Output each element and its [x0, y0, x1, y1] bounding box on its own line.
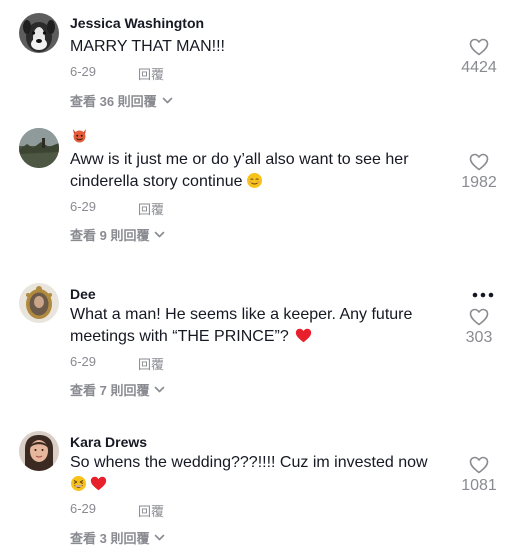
view-replies-button[interactable]: 查看 3 則回覆	[70, 528, 165, 547]
comment-date: 6-29	[70, 199, 97, 214]
like-count: 1081	[461, 477, 497, 494]
avatar[interactable]	[19, 283, 59, 323]
like-button[interactable]: 303	[453, 308, 505, 347]
username[interactable]: Dee	[70, 286, 96, 302]
reply-button[interactable]: 回覆	[138, 501, 164, 520]
view-replies-button[interactable]: 查看 9 則回覆	[70, 225, 165, 244]
reply-button[interactable]: 回覆	[138, 64, 164, 83]
comment-text: So whens the wedding???!!!! Cuz im inves…	[70, 452, 450, 495]
more-options-icon[interactable]	[471, 292, 495, 298]
red-heart-emoji-icon	[295, 327, 312, 344]
like-count: 1982	[461, 174, 497, 191]
grinning-squinting-face-emoji-icon	[70, 475, 87, 492]
reply-button[interactable]: 回覆	[138, 354, 164, 373]
comment-text-line: cinderella story continue	[70, 172, 243, 190]
chevron-down-icon	[155, 231, 165, 238]
relieved-face-emoji-icon	[246, 172, 263, 189]
comment-meta: 6-29 回覆	[70, 501, 164, 519]
heart-outline-icon	[469, 308, 489, 326]
devil-face-emoji-icon	[73, 129, 86, 143]
comment-text-line: MARRY THAT MAN!!!	[70, 38, 225, 55]
like-count: 303	[465, 329, 493, 346]
username[interactable]: Kara Drews	[70, 434, 147, 450]
comment-text-line: meetings with “THE PRINCE”?	[70, 327, 289, 345]
comment-date: 6-29	[70, 64, 97, 79]
comment-text-line: Aww is it just me or do y’all also want …	[70, 151, 409, 168]
reply-button[interactable]: 回覆	[138, 199, 164, 218]
username[interactable]: Jessica Washington	[70, 15, 204, 31]
comment-meta: 6-29 回覆	[70, 64, 164, 82]
comment-text: Aww is it just me or do y’all also want …	[70, 149, 450, 192]
avatar[interactable]	[19, 431, 59, 471]
comment-text: MARRY THAT MAN!!!	[70, 36, 450, 58]
view-replies-label: 查看 3 則回覆	[70, 531, 150, 546]
avatar[interactable]	[19, 13, 59, 53]
heart-outline-icon	[469, 153, 489, 171]
comment-meta: 6-29 回覆	[70, 354, 164, 372]
view-replies-label: 查看 7 則回覆	[70, 383, 150, 398]
chevron-down-icon	[155, 386, 165, 393]
heart-outline-icon	[469, 38, 489, 56]
view-replies-button[interactable]: 查看 36 則回覆	[70, 91, 173, 110]
like-count: 4424	[461, 59, 497, 76]
chevron-down-icon	[162, 97, 172, 104]
dog-avatar-icon	[19, 13, 59, 53]
view-replies-button[interactable]: 查看 7 則回覆	[70, 380, 165, 399]
comment-text: What a man! He seems like a keeper. Any …	[70, 304, 450, 347]
comment-meta: 6-29 回覆	[70, 199, 164, 217]
comment-date: 6-29	[70, 501, 97, 516]
chevron-down-icon	[155, 534, 165, 541]
mirror-avatar-icon	[19, 283, 59, 323]
like-button[interactable]: 4424	[453, 38, 505, 77]
comment-date: 6-29	[70, 354, 97, 369]
heart-outline-icon	[469, 456, 489, 474]
comment-text-line: What a man! He seems like a keeper. Any …	[70, 306, 413, 323]
view-replies-label: 查看 9 則回覆	[70, 228, 150, 243]
landscape-avatar-icon	[19, 128, 59, 168]
view-replies-label: 查看 36 則回覆	[70, 94, 157, 109]
avatar[interactable]	[19, 128, 59, 168]
red-heart-emoji-icon	[90, 475, 107, 492]
woman-avatar-icon	[19, 431, 59, 471]
comment-text-line: So whens the wedding???!!!! Cuz im inves…	[70, 454, 428, 471]
like-button[interactable]: 1081	[453, 456, 505, 495]
like-button[interactable]: 1982	[453, 153, 505, 192]
